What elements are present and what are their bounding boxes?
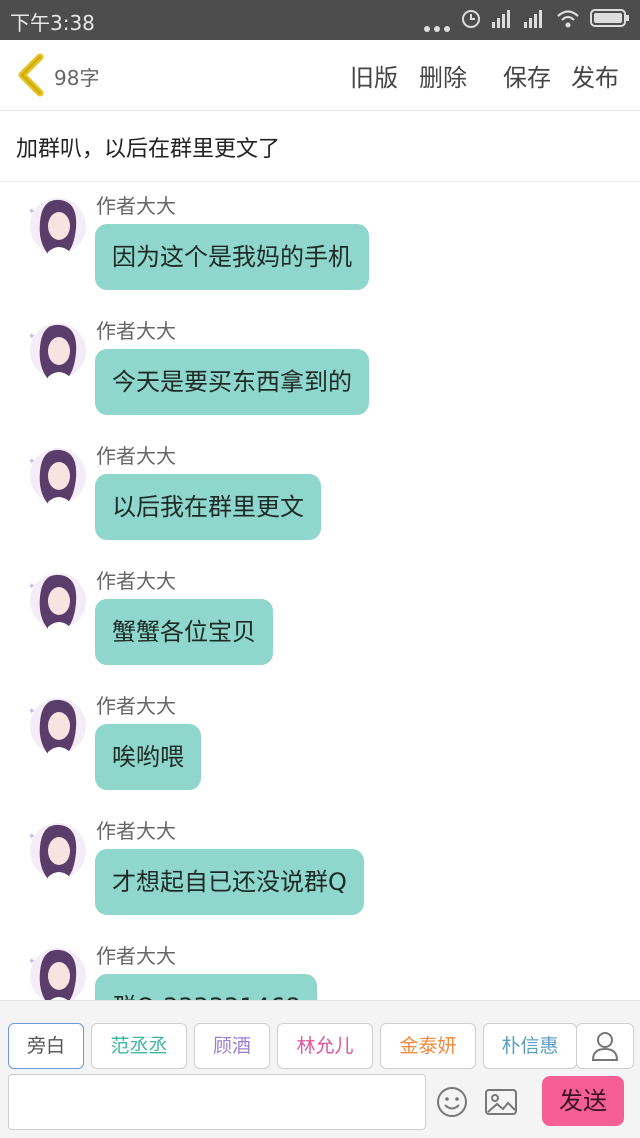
wifi-icon — [556, 8, 580, 32]
role-chip[interactable]: 林允儿 — [277, 1023, 373, 1069]
role-label: 旁白 — [26, 1035, 65, 1057]
message-item[interactable]: ✦ 作者大大 因为这个是我妈的手机 — [0, 182, 640, 307]
message-item[interactable]: ✦ 作者大大 蟹蟹各位宝贝 — [0, 557, 640, 682]
avatar[interactable]: ✦ — [22, 692, 86, 762]
delete-button[interactable]: 删除 — [419, 58, 467, 93]
avatar[interactable]: ✦ — [22, 942, 86, 1000]
battery-icon — [590, 8, 630, 32]
chapter-title: 加群叭，以后在群里更文了 — [16, 137, 281, 162]
image-button[interactable] — [484, 1086, 518, 1118]
message-bubble[interactable]: 才想起自已还没说群Q — [95, 849, 364, 915]
role-chip[interactable]: 朴信惠 — [483, 1023, 577, 1069]
message-item[interactable]: ✦ 作者大大 以后我在群里更文 — [0, 432, 640, 557]
role-chip-narrator[interactable]: 旁白 — [8, 1023, 84, 1069]
status-time: 下午3:38 — [10, 11, 95, 35]
status-bar: 下午3:38 — [0, 0, 640, 40]
avatar[interactable]: ✦ — [22, 192, 86, 262]
dots-icon — [424, 17, 450, 32]
svg-text:✦: ✦ — [28, 207, 36, 217]
signal-icon-2 — [524, 8, 546, 32]
message-bubble[interactable]: 群Q:333331468 — [95, 974, 318, 1000]
message-bubble[interactable]: 因为这个是我妈的手机 — [95, 224, 369, 290]
svg-text:✦: ✦ — [28, 457, 36, 467]
role-chip[interactable]: 金泰妍 — [380, 1023, 476, 1069]
message-item[interactable]: ✦ 作者大大 才想起自已还没说群Q — [0, 807, 640, 932]
role-label: 金泰妍 — [399, 1035, 457, 1057]
author-name: 作者大大 — [96, 444, 176, 468]
role-label: 范丞丞 — [110, 1035, 168, 1057]
avatar[interactable]: ✦ — [22, 442, 86, 512]
publish-button[interactable]: 发布 — [571, 58, 619, 93]
role-label: 朴信惠 — [501, 1035, 559, 1057]
editor-header: 98字 旧版 删除 保存 发布 — [0, 40, 640, 111]
chevron-left-icon — [18, 53, 44, 97]
role-label: 林允儿 — [296, 1035, 354, 1057]
word-count: 98字 — [54, 66, 100, 90]
svg-text:✦: ✦ — [28, 957, 36, 967]
status-icons — [424, 8, 630, 32]
role-chip[interactable]: 范丞丞 — [91, 1023, 187, 1069]
message-item[interactable]: ✦ 作者大大 群Q:333331468 — [0, 932, 640, 1000]
image-icon — [485, 1089, 517, 1115]
role-selector: 旁白 范丞丞 顾酒 林允儿 金泰妍 朴信惠 — [0, 1000, 640, 1071]
send-button[interactable]: 发送 — [542, 1076, 624, 1126]
author-name: 作者大大 — [96, 819, 176, 843]
alarm-icon — [460, 7, 482, 33]
author-name: 作者大大 — [96, 194, 176, 218]
svg-text:✦: ✦ — [28, 332, 36, 342]
author-name: 作者大大 — [96, 319, 176, 343]
avatar[interactable]: ✦ — [22, 317, 86, 387]
add-role-button[interactable] — [576, 1023, 634, 1069]
author-name: 作者大大 — [96, 569, 176, 593]
message-list[interactable]: ✦ 作者大大 因为这个是我妈的手机 ✦ 作者大大 今天是要买东西拿到的 ✦ 作者… — [0, 182, 640, 1000]
role-chip[interactable]: 顾酒 — [194, 1023, 270, 1069]
emoji-button[interactable] — [436, 1086, 468, 1118]
svg-text:✦: ✦ — [28, 832, 36, 842]
svg-text:✦: ✦ — [28, 707, 36, 717]
svg-text:✦: ✦ — [28, 582, 36, 592]
old-version-button[interactable]: 旧版 — [350, 58, 398, 93]
avatar[interactable]: ✦ — [22, 817, 86, 887]
chapter-title-field[interactable]: 加群叭，以后在群里更文了 — [0, 111, 640, 182]
message-bubble[interactable]: 蟹蟹各位宝贝 — [95, 599, 273, 665]
composer: 发送 — [0, 1070, 640, 1138]
message-bubble[interactable]: 唉哟喂 — [95, 724, 201, 790]
message-bubble[interactable]: 以后我在群里更文 — [95, 474, 321, 540]
save-button[interactable]: 保存 — [503, 58, 551, 93]
message-input[interactable] — [8, 1074, 426, 1130]
message-item[interactable]: ✦ 作者大大 今天是要买东西拿到的 — [0, 307, 640, 432]
smiley-icon — [437, 1087, 467, 1117]
message-item[interactable]: ✦ 作者大大 唉哟喂 — [0, 682, 640, 807]
message-bubble[interactable]: 今天是要买东西拿到的 — [95, 349, 369, 415]
user-icon — [591, 1032, 619, 1061]
avatar[interactable]: ✦ — [22, 567, 86, 637]
author-name: 作者大大 — [96, 694, 176, 718]
role-label: 顾酒 — [212, 1035, 251, 1057]
author-name: 作者大大 — [96, 944, 176, 968]
back-button[interactable] — [14, 53, 50, 97]
signal-icon — [492, 8, 514, 32]
